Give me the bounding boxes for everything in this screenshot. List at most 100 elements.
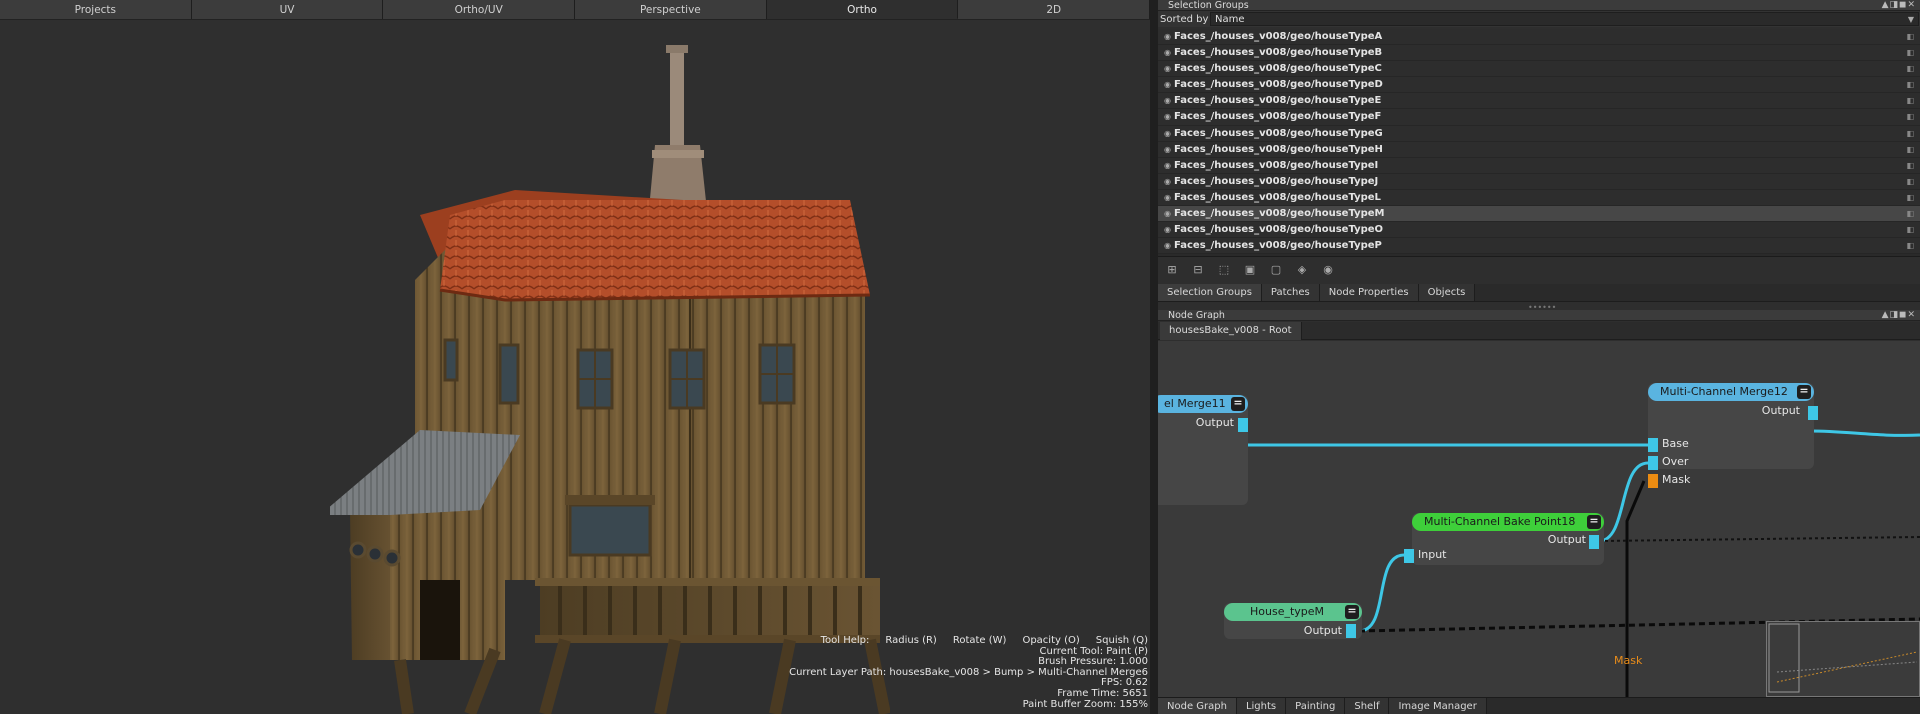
remove-group-icon[interactable]: ⊟ <box>1188 261 1208 279</box>
group-toggle-icon[interactable]: ◧ <box>1906 158 1914 174</box>
tab-projects[interactable]: Projects <box>0 0 192 19</box>
node-merge12[interactable]: Multi-Channel Merge12 = Output Base Over <box>1648 383 1818 470</box>
node-merge12-base-port[interactable] <box>1648 438 1658 452</box>
tab-shelf[interactable]: Shelf <box>1345 698 1390 714</box>
add-group-icon[interactable]: ⊞ <box>1162 261 1182 279</box>
selection-group-row[interactable]: ◉ Faces_/houses_v008/geo/houseTypeJ ◧ <box>1158 173 1920 190</box>
node-graph-root-tab[interactable]: housesBake_v008 - Root <box>1160 322 1302 340</box>
node-merge12-mask-port[interactable] <box>1648 474 1658 488</box>
viewport-3d[interactable]: Projects UV Ortho/UV Perspective Ortho 2D <box>0 0 1158 714</box>
visibility-eye-icon[interactable]: ◉ <box>1164 238 1174 254</box>
selection-group-row[interactable]: ◉ Faces_/houses_v008/geo/houseTypeM ◧ <box>1158 206 1920 223</box>
node-bake-point18-input-port[interactable] <box>1404 549 1414 563</box>
group-toggle-icon[interactable]: ◧ <box>1906 93 1914 109</box>
node-menu-icon[interactable]: = <box>1231 397 1245 411</box>
visibility-eye-icon[interactable]: ◉ <box>1164 126 1174 142</box>
node-merge11-header[interactable]: el Merge11 = <box>1158 395 1248 413</box>
group-toggle-icon[interactable]: ◧ <box>1906 222 1914 238</box>
node-house-typem-header[interactable]: House_typeM = <box>1224 603 1362 621</box>
tab-patches[interactable]: Patches <box>1261 284 1320 301</box>
sort-by-dropdown[interactable]: Name ▼ <box>1210 12 1919 26</box>
tab-node-properties[interactable]: Node Properties <box>1319 284 1419 301</box>
selection-group-row[interactable]: ◉ Faces_/houses_v008/geo/houseTypeA ◧ <box>1158 29 1920 46</box>
visibility-eye-icon[interactable]: ◉ <box>1164 142 1174 158</box>
node-bake-point18-output-port[interactable] <box>1589 535 1599 549</box>
selection-group-row[interactable]: ◉ Faces_/houses_v008/geo/houseTypeD ◧ <box>1158 77 1920 94</box>
visibility-eye-icon[interactable]: ◉ <box>1164 61 1174 77</box>
tool-help-line: Tool Help: Radius (R) Rotate (W) Opacity (O… <box>789 635 1148 647</box>
selection-group-label: Faces_/houses_v008/geo/houseTypeM <box>1174 208 1385 220</box>
visibility-eye-icon[interactable]: ◉ <box>1164 109 1174 125</box>
selection-group-row[interactable]: ◉ Faces_/houses_v008/geo/houseTypeB ◧ <box>1158 45 1920 62</box>
group-toggle-icon[interactable]: ◧ <box>1906 142 1914 158</box>
select-icon[interactable]: ⬚ <box>1214 261 1234 279</box>
node-house-typem[interactable]: House_typeM = Output <box>1224 603 1362 639</box>
selection-group-label: Faces_/houses_v008/geo/houseTypeF <box>1174 111 1382 123</box>
lock-icon[interactable]: ▣ <box>1240 261 1260 279</box>
selection-group-row[interactable]: ◉ Faces_/houses_v008/geo/houseTypeC ◧ <box>1158 61 1920 78</box>
selection-group-row[interactable]: ◉ Faces_/houses_v008/geo/houseTypeO ◧ <box>1158 222 1920 239</box>
visibility-eye-icon[interactable]: ◉ <box>1164 174 1174 190</box>
visibility-eye-icon[interactable]: ◉ <box>1164 29 1174 45</box>
selection-group-row[interactable]: ◉ Faces_/houses_v008/geo/houseTypeL ◧ <box>1158 189 1920 207</box>
tab-ortho[interactable]: Ortho <box>766 0 959 19</box>
tab-perspective[interactable]: Perspective <box>575 0 767 19</box>
visibility-eye-icon[interactable]: ◉ <box>1164 206 1174 222</box>
navigator-wire <box>1776 651 1918 683</box>
selection-group-row[interactable]: ◉ Faces_/houses_v008/geo/houseTypeG ◧ <box>1158 125 1920 142</box>
tool-help-rotate: Rotate (W) <box>952 635 1007 646</box>
tab-uv[interactable]: UV <box>191 0 384 19</box>
tab-node-graph[interactable]: Node Graph <box>1158 698 1237 714</box>
group-toggle-icon[interactable]: ◧ <box>1906 45 1914 61</box>
group-toggle-icon[interactable]: ◧ <box>1906 238 1914 254</box>
selection-groups-list[interactable]: ◉ Faces_/houses_v008/geo/houseTypeA ◧ ◉ Face… <box>1158 29 1920 257</box>
node-merge11[interactable]: el Merge11 = Output <box>1158 395 1248 505</box>
group-toggle-icon[interactable]: ◧ <box>1906 174 1914 190</box>
wire-house-to-input <box>1358 553 1405 633</box>
group-toggle-icon[interactable]: ◧ <box>1906 61 1914 77</box>
node-graph-window-controls-icon[interactable]: ▲◨◼✕ <box>1882 310 1916 321</box>
visibility-eye-icon[interactable]: ◉ <box>1164 77 1174 93</box>
node-menu-icon[interactable]: = <box>1797 385 1811 399</box>
node-menu-icon[interactable]: = <box>1587 515 1601 529</box>
group-toggle-icon[interactable]: ◧ <box>1906 190 1914 206</box>
tab-image-manager[interactable]: Image Manager <box>1389 698 1487 714</box>
visibility-eye-icon[interactable]: ◉ <box>1164 222 1174 238</box>
node-menu-icon[interactable]: = <box>1345 605 1359 619</box>
tab-ortho-uv[interactable]: Ortho/UV <box>383 0 576 19</box>
visibility-eye-icon[interactable]: ◉ <box>1164 158 1174 174</box>
visibility-eye-icon[interactable]: ◉ <box>1164 190 1174 206</box>
tab-2d[interactable]: 2D <box>958 0 1151 19</box>
tab-lights[interactable]: Lights <box>1236 698 1287 714</box>
group-toggle-icon[interactable]: ◧ <box>1906 126 1914 142</box>
group-toggle-icon[interactable]: ◧ <box>1906 29 1914 45</box>
node-merge11-output-port[interactable] <box>1238 418 1248 432</box>
layers-icon[interactable]: ◈ <box>1292 261 1312 279</box>
group-toggle-icon[interactable]: ◧ <box>1906 77 1914 93</box>
node-bake-point18[interactable]: Multi-Channel Bake Point18 = Output Inpu… <box>1404 513 1604 565</box>
selection-group-row[interactable]: ◉ Faces_/houses_v008/geo/houseTypeP ◧ <box>1158 238 1920 255</box>
tab-painting[interactable]: Painting <box>1286 698 1346 714</box>
node-graph-canvas[interactable]: el Merge11 = Output Multi-Channel Merge1… <box>1158 341 1920 697</box>
visibility-eye-icon[interactable]: ◉ <box>1164 45 1174 61</box>
visibility-eye-icon[interactable]: ◉ <box>1164 93 1174 109</box>
node-bake-point18-header[interactable]: Multi-Channel Bake Point18 = <box>1412 513 1604 531</box>
node-bake-point18-title: Multi-Channel Bake Point18 <box>1424 515 1576 528</box>
unlock-icon[interactable]: ▢ <box>1266 261 1286 279</box>
panel-window-controls-icon[interactable]: ▲◨◼✕ <box>1882 0 1916 11</box>
selection-group-row[interactable]: ◉ Faces_/houses_v008/geo/houseTypeE ◧ <box>1158 93 1920 110</box>
tab-objects[interactable]: Objects <box>1418 284 1476 301</box>
node-merge12-over-port[interactable] <box>1648 456 1658 470</box>
selection-group-row[interactable]: ◉ Faces_/houses_v008/geo/houseTypeF ◧ <box>1158 109 1920 126</box>
group-toggle-icon[interactable]: ◧ <box>1906 109 1914 125</box>
selection-group-row[interactable]: ◉ Faces_/houses_v008/geo/houseTypeH ◧ <box>1158 141 1920 158</box>
selection-group-row[interactable]: ◉ Faces_/houses_v008/geo/houseTypeI ◧ <box>1158 157 1920 174</box>
node-merge12-header[interactable]: Multi-Channel Merge12 = <box>1648 383 1814 401</box>
node-merge12-output-port[interactable] <box>1808 406 1818 420</box>
node-graph-navigator-minimap[interactable] <box>1766 621 1920 697</box>
panel-splitter[interactable] <box>1150 0 1158 714</box>
node-house-typem-output-port[interactable] <box>1346 624 1356 638</box>
group-toggle-icon[interactable]: ◧ <box>1906 206 1914 222</box>
tab-selection-groups[interactable]: Selection Groups <box>1158 284 1262 301</box>
eye-icon[interactable]: ◉ <box>1318 261 1338 279</box>
